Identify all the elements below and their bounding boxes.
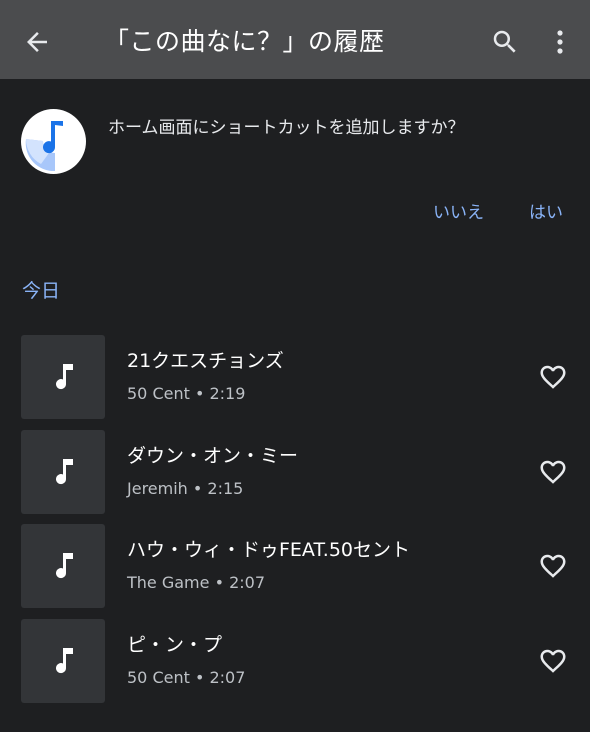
song-title: ピ・ン・プ: [127, 634, 223, 656]
arrow-back-icon[interactable]: [22, 27, 52, 57]
app-shortcut-icon: [21, 109, 86, 174]
music-note-icon: [56, 553, 73, 579]
more-vert-icon[interactable]: [548, 29, 572, 55]
song-artist-duration: 50 Cent • 2:19: [127, 384, 246, 403]
search-icon[interactable]: [490, 27, 520, 57]
shortcut-prompt-text: ホーム画面にショートカットを追加しますか？: [108, 118, 465, 138]
music-note-icon: [56, 364, 73, 390]
album-thumbnail: [21, 524, 105, 608]
album-thumbnail: [21, 335, 105, 419]
song-title: 21クエスチョンズ: [127, 350, 284, 372]
yes-button[interactable]: はい: [529, 198, 563, 223]
favorite-icon[interactable]: [537, 551, 569, 581]
song-row[interactable]: 21クエスチョンズ 50 Cent • 2:19: [0, 335, 590, 421]
favorite-icon[interactable]: [537, 457, 569, 487]
song-row[interactable]: ハウ・ウィ・ドゥFEAT.50セント The Game • 2:07: [0, 524, 590, 610]
song-artist-duration: Jeremih • 2:15: [127, 479, 244, 498]
favorite-icon[interactable]: [537, 646, 569, 676]
top-app-bar: 「この曲なに？」の履歴: [0, 0, 590, 79]
song-title: ダウン・オン・ミー: [127, 445, 299, 467]
album-thumbnail: [21, 430, 105, 514]
section-header-today: 今日: [22, 280, 61, 302]
song-artist-duration: 50 Cent • 2:07: [127, 668, 246, 687]
song-row[interactable]: ダウン・オン・ミー Jeremih • 2:15: [0, 430, 590, 516]
no-button[interactable]: いいえ: [433, 198, 484, 223]
page-title: 「この曲なに？」の履歴: [104, 27, 385, 56]
music-note-icon: [56, 648, 73, 674]
song-row[interactable]: ピ・ン・プ 50 Cent • 2:07: [0, 619, 590, 705]
song-title: ハウ・ウィ・ドゥFEAT.50セント: [127, 539, 411, 561]
favorite-icon[interactable]: [537, 362, 569, 392]
song-artist-duration: The Game • 2:07: [127, 573, 266, 592]
music-note-icon: [56, 459, 73, 485]
album-thumbnail: [21, 619, 105, 703]
